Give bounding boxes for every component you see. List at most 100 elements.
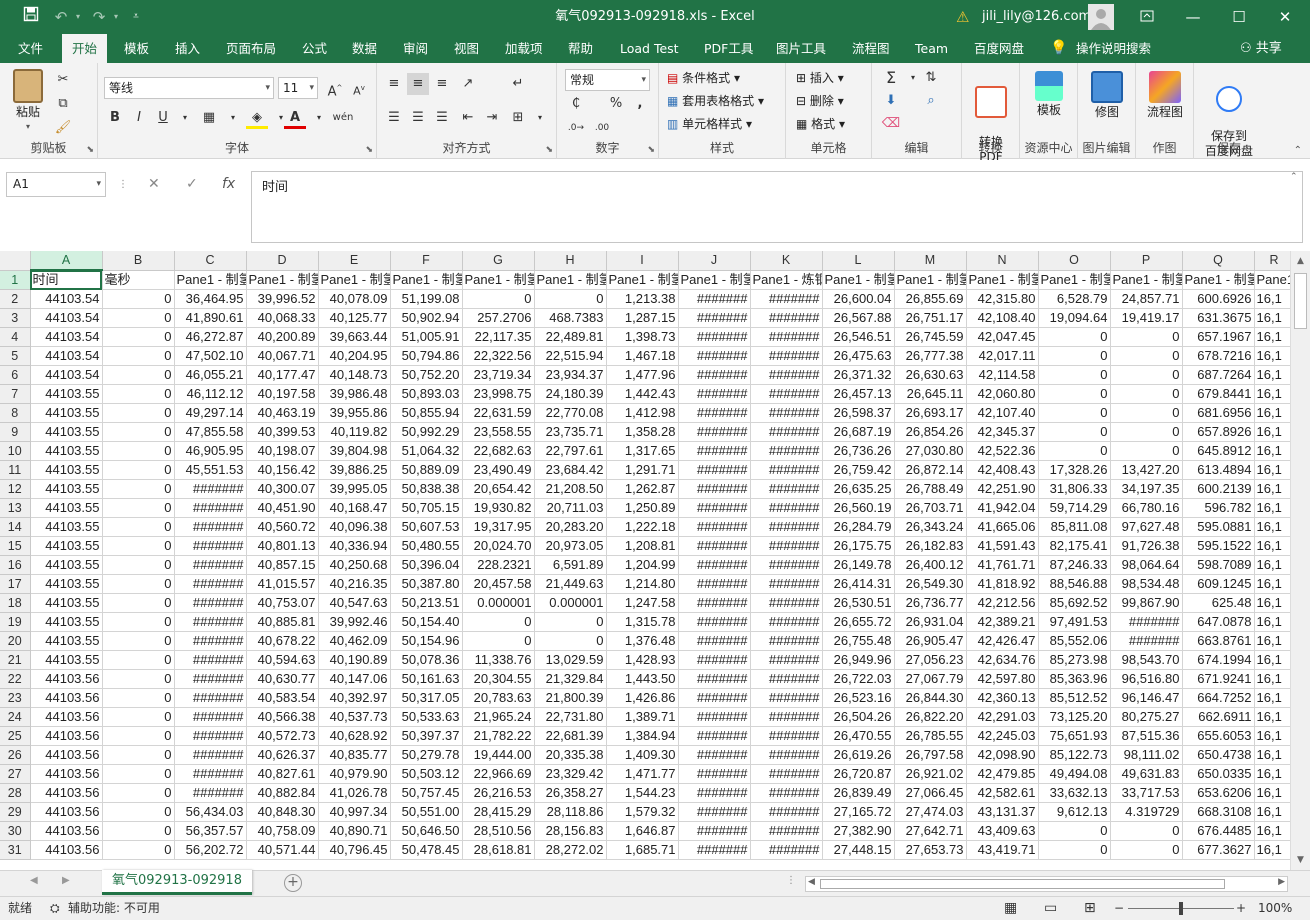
cell[interactable]: ####### [750, 707, 823, 727]
scroll-left-icon[interactable]: ◀ [808, 877, 815, 887]
cell[interactable]: 16,1 [1254, 726, 1290, 746]
row-header[interactable]: 3 [0, 308, 31, 328]
bold-icon[interactable]: B [104, 107, 126, 129]
cell[interactable]: 1,685.71 [606, 840, 679, 860]
cell[interactable]: Pane1 - 炼钢 [750, 270, 823, 290]
cell[interactable]: 16,1 [1254, 441, 1290, 461]
cell[interactable]: ####### [174, 669, 247, 689]
cell[interactable]: 1,250.89 [606, 498, 679, 518]
prev-sheet-icon[interactable]: ◀ [30, 875, 38, 886]
row-header[interactable]: 8 [0, 403, 31, 423]
cell[interactable]: 26,844.30 [894, 688, 967, 708]
tab-team[interactable]: Team [907, 34, 956, 63]
cell[interactable]: 40,204.95 [318, 346, 391, 366]
cell[interactable]: ####### [678, 821, 751, 841]
cell[interactable]: 42,047.45 [966, 327, 1039, 347]
cell[interactable]: 0 [462, 631, 535, 651]
cell[interactable]: ####### [174, 593, 247, 613]
cell[interactable]: 49,297.14 [174, 403, 247, 423]
cell[interactable]: 56,357.57 [174, 821, 247, 841]
row-header[interactable]: 4 [0, 327, 31, 347]
cell[interactable]: ####### [750, 460, 823, 480]
column-header-g[interactable]: G [462, 251, 535, 271]
cell[interactable]: 13,427.20 [1110, 460, 1183, 480]
cell[interactable]: 56,202.72 [174, 840, 247, 860]
cell[interactable]: 24,857.71 [1110, 289, 1183, 309]
number-format-select[interactable]: 常规 ▾ [565, 69, 650, 91]
row-header[interactable]: 9 [0, 422, 31, 442]
cell[interactable]: 20,654.42 [462, 479, 535, 499]
cell[interactable]: 6,528.79 [1038, 289, 1111, 309]
next-sheet-icon[interactable]: ▶ [62, 875, 70, 886]
cell[interactable]: ####### [678, 498, 751, 518]
cell[interactable]: 0 [102, 555, 175, 575]
row-header[interactable]: 18 [0, 593, 31, 613]
cell[interactable]: ####### [750, 289, 823, 309]
cell[interactable]: 40,068.33 [246, 308, 319, 328]
cell[interactable]: 26,175.75 [822, 536, 895, 556]
cell[interactable]: 0 [462, 289, 535, 309]
cell[interactable]: 1,376.48 [606, 631, 679, 651]
cell[interactable]: ####### [750, 802, 823, 822]
cell[interactable]: 50,396.04 [390, 555, 463, 575]
cell[interactable]: ####### [750, 745, 823, 765]
cell[interactable]: 36,464.95 [174, 289, 247, 309]
cell[interactable]: 26,567.88 [822, 308, 895, 328]
horizontal-scroll-thumb[interactable] [820, 879, 1225, 889]
cell[interactable]: 650.0335 [1182, 764, 1255, 784]
cell[interactable]: 44103.56 [30, 783, 103, 803]
cell[interactable]: 27,066.45 [894, 783, 967, 803]
cell[interactable]: 44103.55 [30, 536, 103, 556]
cell[interactable]: 44103.56 [30, 688, 103, 708]
cell[interactable]: 40,300.07 [246, 479, 319, 499]
cell[interactable]: 674.1994 [1182, 650, 1255, 670]
cell[interactable]: 26,905.47 [894, 631, 967, 651]
cell[interactable]: 24,180.39 [534, 384, 607, 404]
undo-icon[interactable]: ↶ [50, 0, 72, 34]
font-color-icon[interactable]: A [284, 107, 306, 129]
cell[interactable]: 50,551.00 [390, 802, 463, 822]
row-header[interactable]: 1 [0, 270, 31, 290]
cell[interactable]: 40,848.30 [246, 802, 319, 822]
cell[interactable]: 1,428.93 [606, 650, 679, 670]
clear-icon[interactable]: ⌫ [880, 113, 902, 135]
cell[interactable]: ####### [750, 821, 823, 841]
column-header-p[interactable]: P [1110, 251, 1183, 271]
cell[interactable]: 0 [102, 650, 175, 670]
merge-center-icon[interactable]: ⊞ [507, 107, 529, 129]
cell[interactable]: 26,530.51 [822, 593, 895, 613]
cell[interactable]: 28,272.02 [534, 840, 607, 860]
cell[interactable]: 19,930.82 [462, 498, 535, 518]
cell[interactable]: ####### [678, 384, 751, 404]
cell[interactable]: 16,1 [1254, 707, 1290, 727]
cell[interactable]: 16,1 [1254, 479, 1290, 499]
cell[interactable]: 46,272.87 [174, 327, 247, 347]
cell[interactable]: ####### [174, 688, 247, 708]
add-sheet-icon[interactable]: + [284, 874, 302, 892]
cell[interactable]: Pane1 - 制氢 [894, 270, 967, 290]
cell[interactable]: 40,560.72 [246, 517, 319, 537]
cell[interactable]: ####### [750, 422, 823, 442]
cell[interactable]: 26,645.11 [894, 384, 967, 404]
italic-icon[interactable]: I [128, 107, 150, 129]
cell[interactable]: 26,400.12 [894, 555, 967, 575]
cell[interactable]: 85,552.06 [1038, 631, 1111, 651]
cell[interactable]: 26,414.31 [822, 574, 895, 594]
cell[interactable]: 40,796.45 [318, 840, 391, 860]
tab-file[interactable]: 文件 [10, 34, 51, 63]
cell[interactable]: 596.782 [1182, 498, 1255, 518]
cell[interactable]: 42,582.61 [966, 783, 1039, 803]
cell[interactable]: 40,678.22 [246, 631, 319, 651]
insert-function-icon[interactable]: fx [222, 172, 235, 197]
tab-load-test[interactable]: Load Test [612, 34, 687, 63]
cell[interactable]: 26,635.25 [822, 479, 895, 499]
cell[interactable]: 23,719.34 [462, 365, 535, 385]
cell[interactable]: 22,515.94 [534, 346, 607, 366]
row-header[interactable]: 14 [0, 517, 31, 537]
cell[interactable]: 20,024.70 [462, 536, 535, 556]
cell[interactable]: 44103.55 [30, 384, 103, 404]
cell[interactable]: 1,384.94 [606, 726, 679, 746]
cell[interactable]: 609.1245 [1182, 574, 1255, 594]
row-header[interactable]: 21 [0, 650, 31, 670]
cell[interactable]: 50,992.29 [390, 422, 463, 442]
